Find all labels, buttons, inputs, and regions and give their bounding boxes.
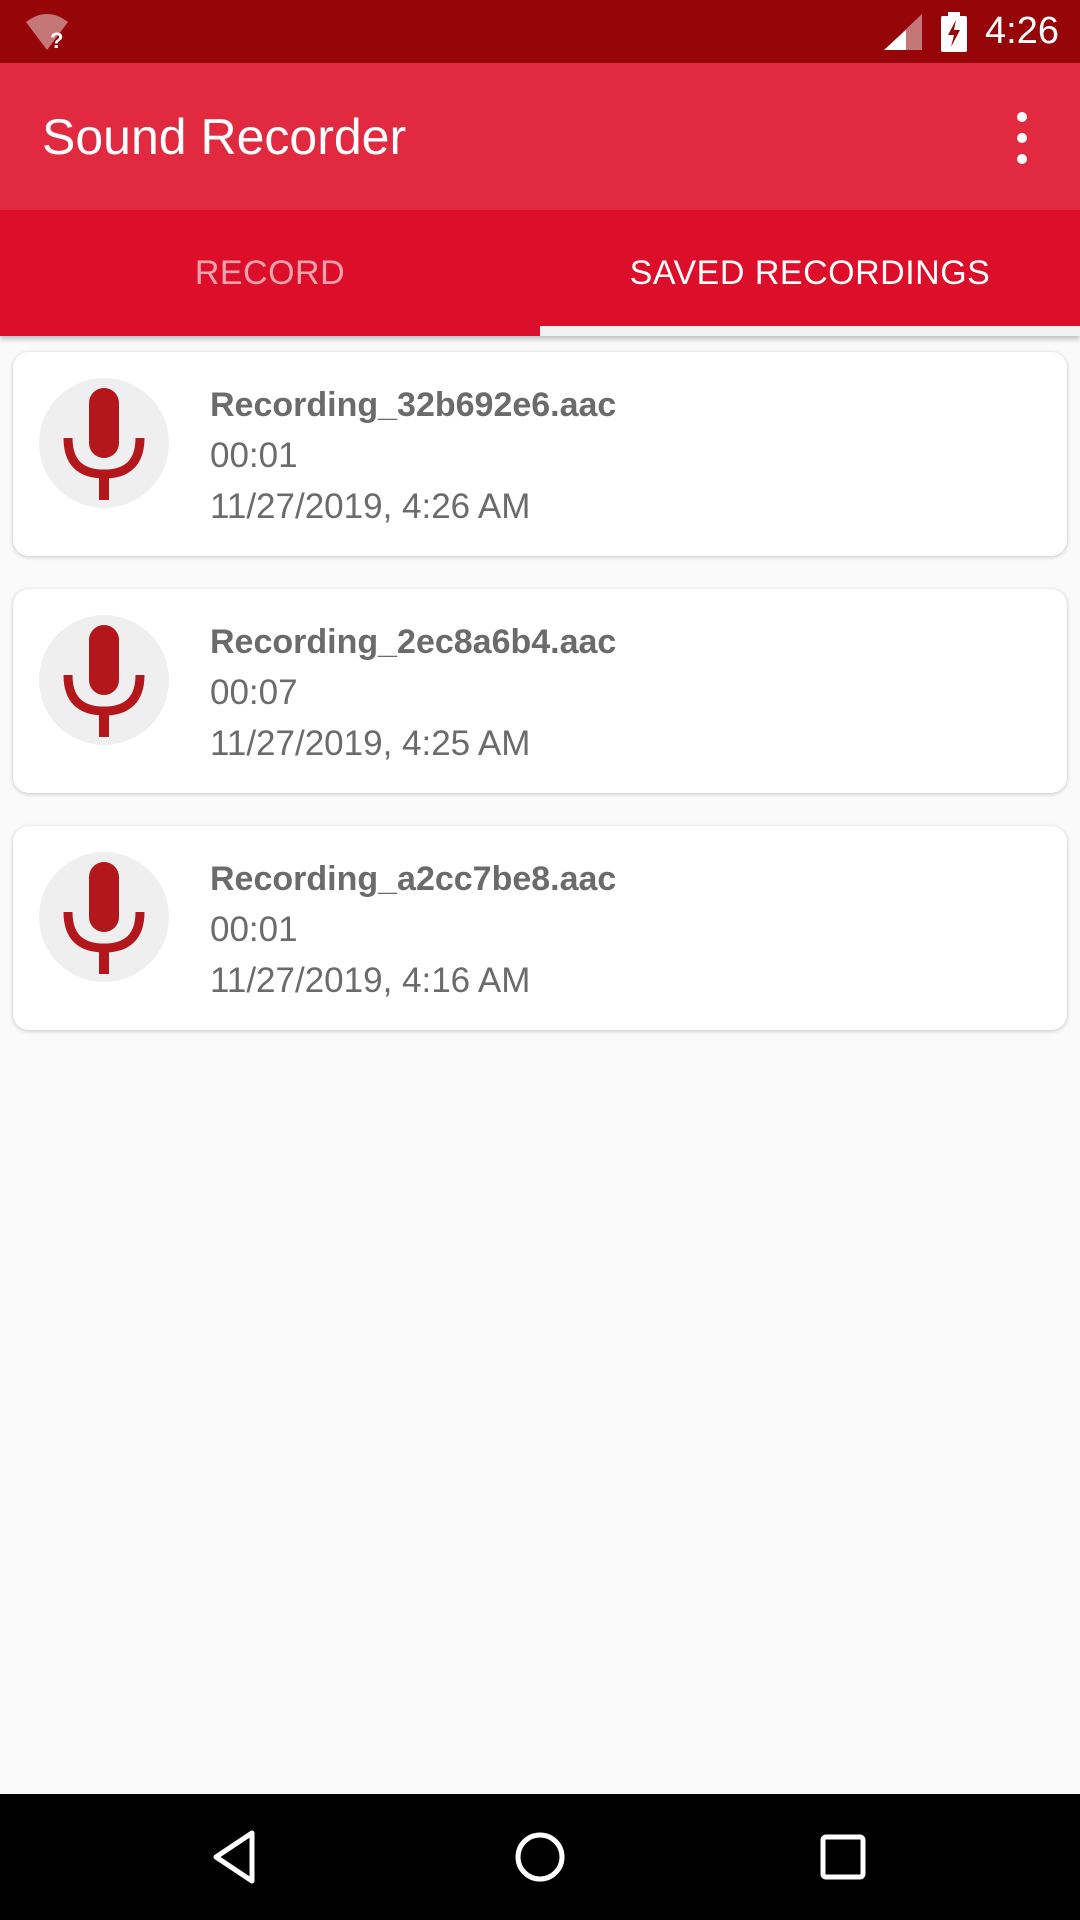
recording-name: Recording_2ec8a6b4.aac: [210, 623, 617, 661]
microphone-icon: [63, 388, 145, 500]
microphone-icon: [63, 862, 145, 974]
battery-charging-icon: [941, 12, 967, 52]
recording-duration: 00:01: [210, 910, 298, 949]
cell-signal-icon: [884, 14, 922, 50]
recents-icon[interactable]: [813, 1827, 873, 1887]
app-bar: Sound Recorder: [0, 63, 1080, 210]
recording-duration: 00:07: [210, 673, 298, 712]
avatar: [39, 615, 169, 745]
navigation-bar: [0, 1794, 1080, 1920]
avatar: [39, 852, 169, 982]
svg-text:?: ?: [50, 28, 63, 52]
list-item[interactable]: Recording_32b692e6.aac 00:01 11/27/2019,…: [13, 352, 1067, 556]
recording-date: 11/27/2019, 4:26 AM: [210, 487, 531, 526]
status-clock: 4:26: [985, 10, 1059, 52]
recording-duration: 00:01: [210, 436, 298, 475]
microphone-icon: [63, 625, 145, 737]
tab-record[interactable]: RECORD: [0, 210, 540, 336]
tab-indicator: [540, 326, 1080, 336]
tab-saved-recordings[interactable]: SAVED RECORDINGS: [540, 210, 1080, 336]
home-icon[interactable]: [510, 1827, 570, 1887]
overflow-menu-icon[interactable]: [1000, 105, 1044, 171]
recording-date: 11/27/2019, 4:16 AM: [210, 961, 531, 1000]
recording-date: 11/27/2019, 4:25 AM: [210, 724, 531, 763]
app-title: Sound Recorder: [42, 109, 407, 165]
back-icon[interactable]: [206, 1827, 266, 1887]
recording-name: Recording_32b692e6.aac: [210, 386, 617, 424]
wifi-unknown-icon: ?: [26, 14, 68, 52]
list-item[interactable]: Recording_a2cc7be8.aac 00:01 11/27/2019,…: [13, 826, 1067, 1030]
recording-name: Recording_a2cc7be8.aac: [210, 860, 617, 898]
list-item[interactable]: Recording_2ec8a6b4.aac 00:07 11/27/2019,…: [13, 589, 1067, 793]
tab-bar: RECORD SAVED RECORDINGS: [0, 210, 1080, 336]
status-bar: ? 4:26: [0, 0, 1080, 63]
avatar: [39, 378, 169, 508]
